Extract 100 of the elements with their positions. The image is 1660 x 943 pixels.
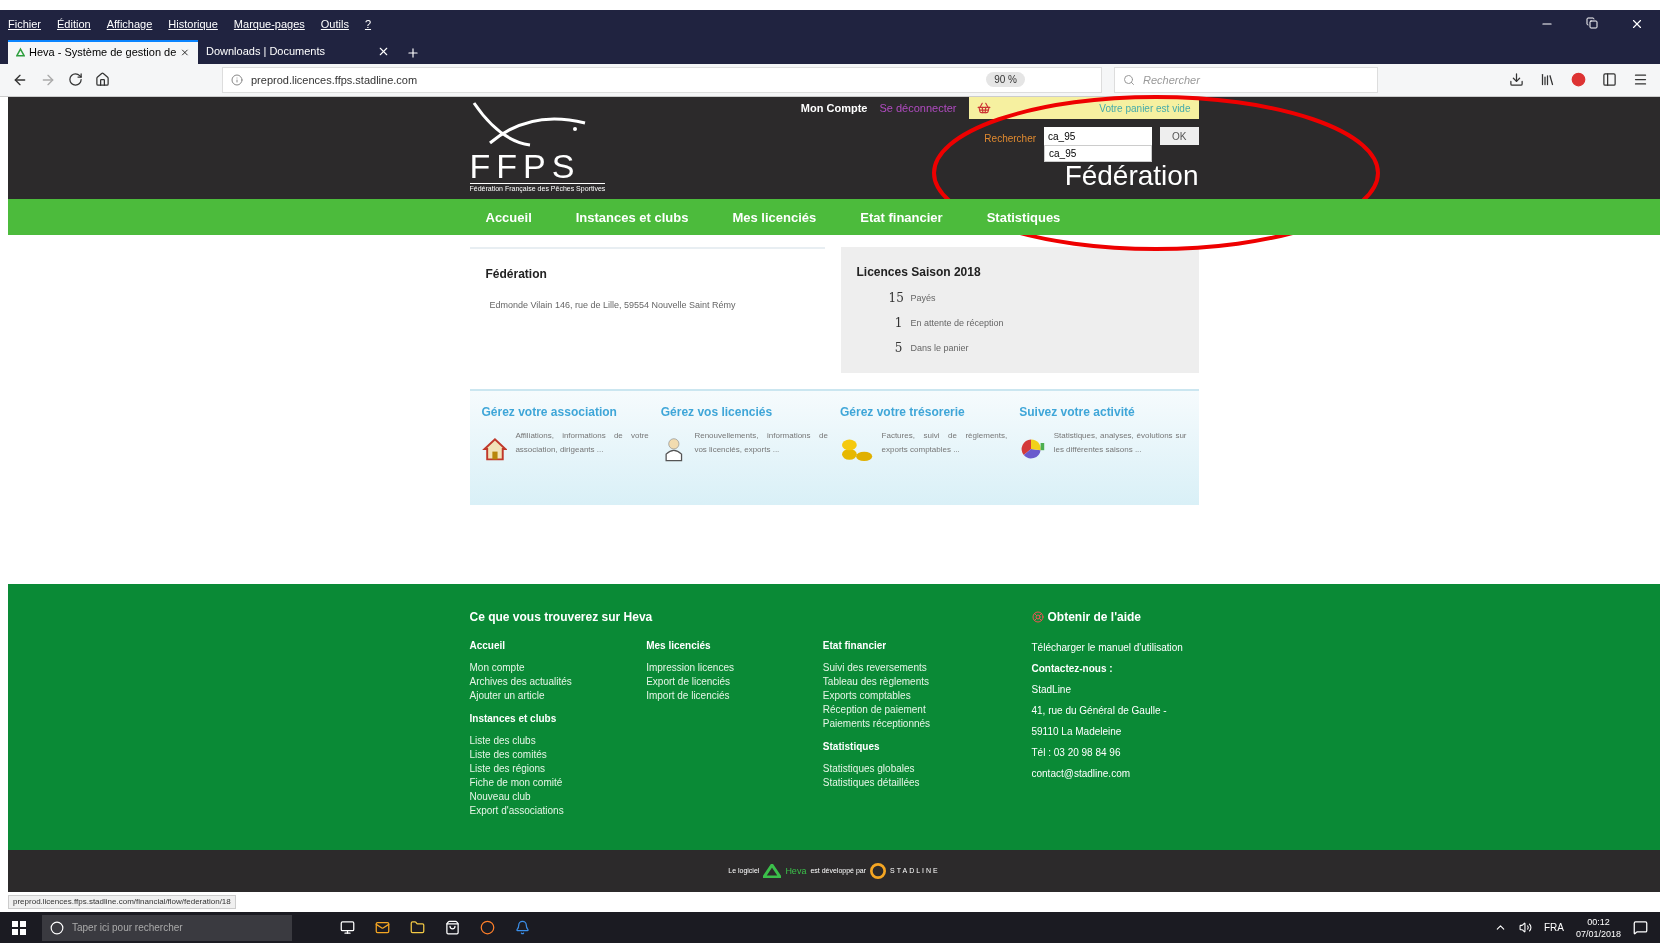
footer-heading: Mes licenciés: [646, 639, 712, 654]
feature-title[interactable]: Gérez vos licenciés: [660, 403, 828, 422]
footer-link[interactable]: Réception de paiement: [822, 703, 1000, 718]
browser-tab[interactable]: Heva - Système de gestion de: [8, 39, 198, 64]
folder-icon[interactable]: [410, 920, 425, 936]
footer-link[interactable]: Export d'associations: [469, 804, 647, 819]
triangle-logo-icon: [16, 47, 25, 59]
contact-line: StadLine: [1031, 683, 1072, 698]
menu-item[interactable]: Marque-pages: [233, 15, 305, 33]
address-bar[interactable]: preprod.licences.ffps.stadline.com 90 %: [222, 66, 1102, 93]
menu-icon[interactable]: [1633, 72, 1648, 88]
search-icon: [1123, 73, 1135, 86]
autocomplete-suggestion[interactable]: ca_95: [1044, 145, 1153, 163]
role-title: Fédération: [1064, 162, 1199, 191]
nav-item[interactable]: Instances et clubs: [575, 207, 689, 228]
volume-icon[interactable]: [1518, 921, 1532, 935]
restore-icon[interactable]: [1586, 16, 1598, 29]
taskbar-search-field[interactable]: Taper ici pour rechercher: [42, 914, 292, 941]
licence-count: 15: [888, 290, 903, 308]
nav-item[interactable]: Etat financier: [860, 207, 943, 228]
reload-icon[interactable]: [68, 72, 83, 88]
help-title: Obtenir de l'aide: [1047, 609, 1142, 627]
stop-icon[interactable]: [1571, 72, 1586, 88]
licence-label: En attente de réception: [910, 316, 1004, 330]
contact-line: 59110 La Madeleine: [1031, 725, 1123, 740]
address-text: Edmonde Vilain 146, rue de Lille, 59554 Nouvelle Saint Rémy: [489, 299, 737, 313]
menu-item[interactable]: Outils: [320, 15, 349, 33]
footer-link[interactable]: Mon compte: [469, 661, 647, 676]
new-tab-icon[interactable]: [406, 45, 420, 60]
footer-link[interactable]: Ajouter un article: [469, 689, 647, 704]
notifications-icon[interactable]: [1633, 920, 1648, 936]
footer-heading: Instances et clubs: [469, 712, 558, 727]
licence-count: 1: [893, 315, 903, 333]
menu-item[interactable]: ?: [364, 15, 372, 33]
download-icon[interactable]: [1509, 72, 1524, 88]
footer-link[interactable]: Liste des clubs: [469, 734, 647, 749]
menu-item[interactable]: Historique: [168, 15, 218, 33]
menu-item[interactable]: Édition: [57, 15, 91, 33]
footer-link[interactable]: Archives des actualités: [469, 675, 647, 690]
ring-logo-icon: [870, 863, 887, 880]
footer-link[interactable]: Fiche de mon comité: [469, 776, 647, 791]
ok-button[interactable]: OK: [1160, 127, 1199, 146]
footer-heading: Statistiques: [822, 740, 881, 755]
library-icon[interactable]: [1540, 72, 1555, 88]
footer-link[interactable]: Paiements réceptionnés: [822, 717, 1000, 732]
mail-icon[interactable]: [375, 920, 390, 936]
contact-line: Tél : 03 20 98 84 96: [1031, 746, 1122, 761]
licence-count: 5: [893, 340, 903, 358]
footer-heading: Accueil: [469, 639, 507, 654]
store-icon[interactable]: [445, 920, 460, 936]
card-title: Fédération: [485, 266, 548, 284]
footer-link[interactable]: Suivi des reversements: [822, 661, 1000, 676]
feature-description: Statistiques, analyses, évolutions sur les différentes saisons ...: [1053, 430, 1187, 457]
footer-link[interactable]: Statistiques détaillées: [822, 776, 1000, 791]
product-name[interactable]: Heva: [785, 864, 807, 879]
contact-line: contact@stadline.com: [1031, 767, 1132, 782]
search-label: Rechercher: [984, 132, 1037, 147]
licence-label: Payés: [910, 291, 936, 305]
footer-link[interactable]: Liste des régions: [469, 762, 647, 777]
footer-link[interactable]: Exports comptables: [822, 689, 1000, 704]
feature-title[interactable]: Gérez votre association: [481, 403, 649, 422]
clock-date[interactable]: 07/01/2018: [1575, 927, 1621, 940]
feature-title[interactable]: Gérez votre trésorerie: [840, 403, 1008, 422]
browser-search-field[interactable]: Rechercher: [1114, 66, 1378, 93]
card-title: Licences Saison 2018: [856, 264, 982, 282]
footer-link[interactable]: Nouveau club: [469, 790, 647, 805]
footer-title: Ce que vous trouverez sur Heva: [469, 609, 654, 627]
footer-link[interactable]: Tableau des règlements: [822, 675, 1000, 690]
footer-link[interactable]: Impression licences: [646, 661, 823, 676]
menu-item[interactable]: Affichage: [106, 15, 153, 33]
feature-description: Factures, suivi de règlements, exports comptables ...: [881, 430, 1008, 457]
language-indicator[interactable]: FRA: [1543, 920, 1564, 936]
manual-link[interactable]: Télécharger le manuel d'utilisation: [1031, 640, 1183, 656]
home-icon[interactable]: [95, 72, 110, 88]
nav-item[interactable]: Mes licenciés: [732, 207, 817, 228]
nav-item[interactable]: Statistiques: [986, 207, 1061, 228]
account-link[interactable]: Mon Compte: [800, 100, 868, 117]
footer-heading: Etat financier: [822, 639, 888, 654]
footer-link[interactable]: Import de licenciés: [646, 689, 823, 704]
menu-item[interactable]: Fichier: [8, 15, 41, 33]
feature-title[interactable]: Suivez votre activité: [1019, 403, 1187, 422]
footer-link[interactable]: Export de licenciés: [646, 675, 823, 690]
feature-description: Renouvellements, informations de vos licenciés, exports ...: [694, 430, 828, 457]
clock-time[interactable]: 00:12: [1587, 915, 1610, 928]
browser-tab[interactable]: Downloads | Documents: [198, 39, 398, 64]
triangle-logo-icon: [763, 864, 782, 879]
zoom-level[interactable]: 90 %: [986, 72, 1025, 88]
info-icon: [231, 73, 243, 86]
header-search-field[interactable]: ca_95: [1044, 127, 1153, 146]
footer-link[interactable]: Statistiques globales: [822, 762, 1000, 777]
sidebar-icon[interactable]: [1602, 72, 1617, 88]
logout-link[interactable]: Se déconnecter: [879, 100, 957, 117]
nav-item[interactable]: Accueil: [485, 207, 532, 228]
windows-logo-icon[interactable]: [12, 920, 26, 935]
task-view-icon[interactable]: [340, 920, 355, 936]
footer-link[interactable]: Liste des comités: [469, 748, 647, 763]
contact-line: 41, rue du Général de Gaulle -: [1031, 704, 1168, 719]
url-text: preprod.licences.ffps.stadline.com: [251, 72, 418, 88]
basket-icon: [976, 101, 991, 116]
feature-description: Affiliations, informations de votre association, dirigeants ...: [515, 430, 649, 457]
